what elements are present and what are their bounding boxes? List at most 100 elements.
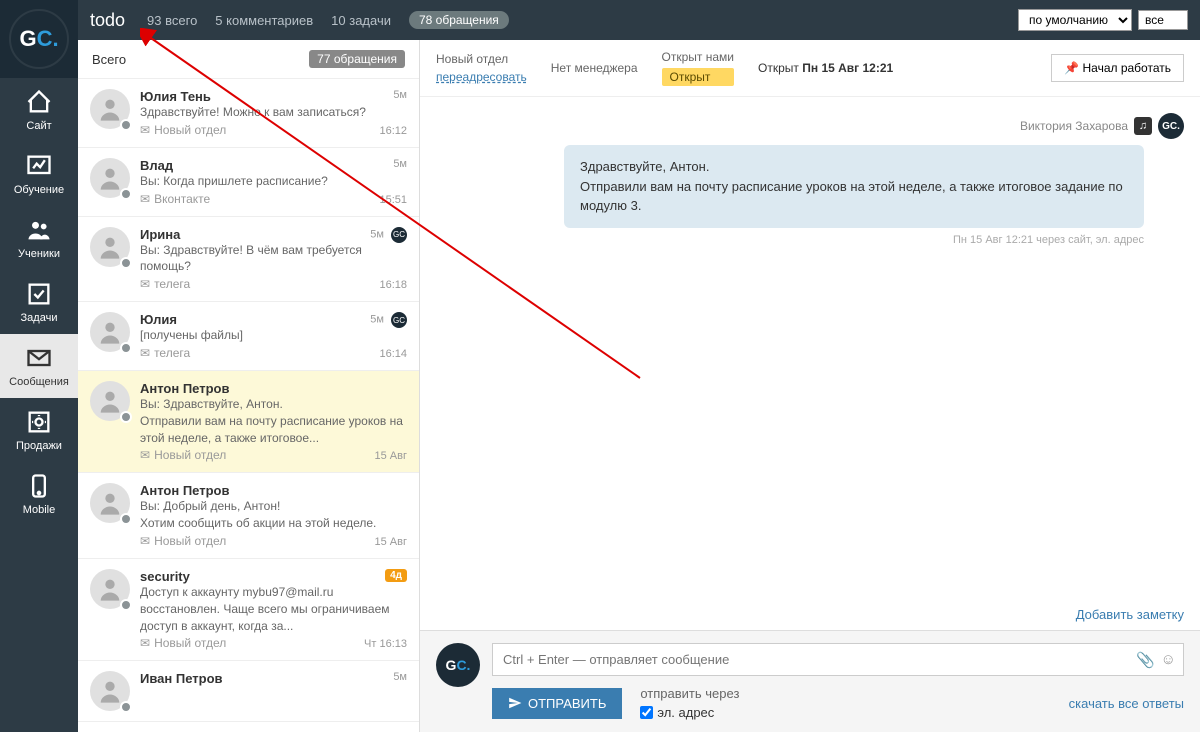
chat-pane: Новый отдел переадресовать Нет менеджера…: [420, 40, 1200, 732]
conv-name: Юлия Тень: [140, 89, 407, 104]
conv-preview: [получены файлы]: [140, 327, 407, 344]
open-tag: Открыт: [662, 68, 734, 86]
add-note-link[interactable]: Добавить заметку: [420, 599, 1200, 630]
tab-comments[interactable]: 5 комментариев: [215, 13, 313, 28]
conv-name: Антон Петров: [140, 483, 407, 498]
conv-source: ✉Новый отдел: [140, 123, 407, 137]
conv-time: 16:18: [379, 279, 407, 291]
envelope-icon: [25, 344, 53, 372]
logo[interactable]: GC.: [0, 0, 78, 78]
nav-learning[interactable]: Обучение: [0, 142, 78, 206]
conv-age: 5м: [393, 89, 407, 101]
start-work-button[interactable]: 📌 Начал работать: [1051, 54, 1184, 82]
nav-tasks[interactable]: Задачи: [0, 270, 78, 334]
conversation-item[interactable]: Антон Петров Вы: Добрый день, Антон! Хот…: [78, 473, 419, 559]
conversation-list: Всего 77 обращения Юлия Тень Здравствуйт…: [78, 40, 420, 732]
tab-total[interactable]: 93 всего: [147, 13, 197, 28]
conv-preview: Вы: Здравствуйте, Антон. Отправили вам н…: [140, 396, 407, 446]
conv-preview: Здравствуйте! Можно к вам записаться?: [140, 104, 407, 121]
chart-icon: [25, 152, 53, 180]
home-icon: [25, 88, 53, 116]
conversation-item[interactable]: security Доступ к аккаунту mybu97@mail.r…: [78, 559, 419, 661]
conv-time: 16:12: [379, 125, 407, 137]
conversation-item[interactable]: Антон Петров Вы: Здравствуйте, Антон. От…: [78, 371, 419, 473]
send-via-label: отправить через: [640, 686, 739, 701]
list-count: 77 обращения: [309, 50, 405, 68]
nav-students[interactable]: Ученики: [0, 206, 78, 270]
conv-age: 5м: [393, 158, 407, 170]
avatar: [90, 227, 130, 267]
avatar: [90, 671, 130, 711]
filter-input[interactable]: [1138, 10, 1188, 30]
dept-label: Новый отдел: [436, 52, 527, 66]
message-bubble: Здравствуйте, Антон. Отправили вам на по…: [564, 145, 1144, 228]
conversation-item[interactable]: Юлия [получены файлы] ✉телега 5м GC 16:1…: [78, 302, 419, 371]
open-status: Открыт Пн 15 Авг 12:21: [758, 61, 893, 75]
tab-tasks[interactable]: 10 задачи: [331, 13, 391, 28]
message-time: Пн 15 Авг 12:21 через сайт, эл. адрес: [436, 234, 1144, 246]
envelope-icon: ✉: [140, 346, 150, 360]
conv-age: 5м: [393, 671, 407, 683]
conv-source: ✉телега: [140, 346, 407, 360]
tab-todo[interactable]: todo: [90, 10, 125, 31]
envelope-icon: ✉: [140, 277, 150, 291]
avatar: [90, 381, 130, 421]
nav-mobile[interactable]: Mobile: [0, 462, 78, 526]
conv-preview: Доступ к аккаунту mybu97@mail.ru восстан…: [140, 584, 407, 634]
conv-age: 5м GC: [370, 227, 407, 243]
main-sidebar: GC. Сайт Обучение Ученики Задачи Сообщен…: [0, 0, 78, 732]
check-icon: [25, 280, 53, 308]
conv-time: 15:51: [379, 194, 407, 206]
conv-name: Ирина: [140, 227, 407, 242]
conversation-item[interactable]: Влад Вы: Когда пришлете расписание? ✉Вко…: [78, 148, 419, 217]
tab-refs[interactable]: 78 обращения: [409, 11, 509, 29]
envelope-icon: ✉: [140, 636, 150, 650]
send-icon: [508, 696, 522, 710]
users-icon: [25, 216, 53, 244]
conv-name: Иван Петров: [140, 671, 407, 686]
age-badge: 4д: [385, 569, 407, 582]
message-input[interactable]: [492, 643, 1184, 676]
conv-source: ✉Новый отдел: [140, 448, 407, 462]
conv-age: 4д: [385, 569, 407, 581]
sort-select[interactable]: по умолчанию: [1018, 9, 1132, 31]
mobile-icon: [25, 472, 53, 500]
send-button[interactable]: ОТПРАВИТЬ: [492, 688, 622, 719]
conversation-item[interactable]: Иван Петров 5м: [78, 661, 419, 722]
author-name: Виктория Захарова: [1020, 119, 1128, 133]
nav-site[interactable]: Сайт: [0, 78, 78, 142]
conv-preview: Вы: Когда пришлете расписание?: [140, 173, 407, 190]
conv-name: Влад: [140, 158, 407, 173]
emoji-icon[interactable]: ☺: [1161, 651, 1176, 669]
forward-link[interactable]: переадресовать: [436, 70, 527, 84]
composer: GC. 📎 ☺ ОТПРАВИТЬ: [420, 630, 1200, 732]
conv-time: 15 Авг: [375, 450, 407, 462]
gc-mini-icon: GC: [391, 312, 407, 328]
nav-sales[interactable]: Продажи: [0, 398, 78, 462]
conversation-item[interactable]: Ирина Вы: Здравствуйте! В чём вам требуе…: [78, 217, 419, 303]
envelope-icon: ✉: [140, 123, 150, 137]
conv-time: Чт 16:13: [364, 638, 407, 650]
nav-messages[interactable]: Сообщения: [0, 334, 78, 398]
avatar: [90, 89, 130, 129]
conv-source: ✉Вконтакте: [140, 192, 407, 206]
chat-body: Виктория Захарова ♫ GC. Здравствуйте, Ан…: [420, 97, 1200, 599]
gc-mini-icon: GC: [391, 227, 407, 243]
conv-name: Юлия: [140, 312, 407, 327]
music-icon: ♫: [1134, 117, 1152, 135]
no-manager-label: Нет менеджера: [551, 61, 638, 75]
topbar: todo 93 всего 5 комментариев 10 задачи 7…: [78, 0, 1200, 40]
attach-icon[interactable]: 📎: [1136, 651, 1155, 669]
chat-header: Новый отдел переадресовать Нет менеджера…: [420, 40, 1200, 97]
conv-time: 16:14: [379, 348, 407, 360]
envelope-icon: ✉: [140, 448, 150, 462]
conversation-item[interactable]: Юлия Тень Здравствуйте! Можно к вам запи…: [78, 79, 419, 148]
avatar: [90, 312, 130, 352]
conv-time: 15 Авг: [375, 536, 407, 548]
email-checkbox[interactable]: [640, 706, 653, 719]
list-header: Всего: [92, 52, 126, 67]
pin-icon: 📌: [1064, 61, 1079, 75]
conv-name: security: [140, 569, 407, 584]
download-answers-link[interactable]: скачать все ответы: [1069, 696, 1184, 711]
conv-age: 5м GC: [370, 312, 407, 328]
